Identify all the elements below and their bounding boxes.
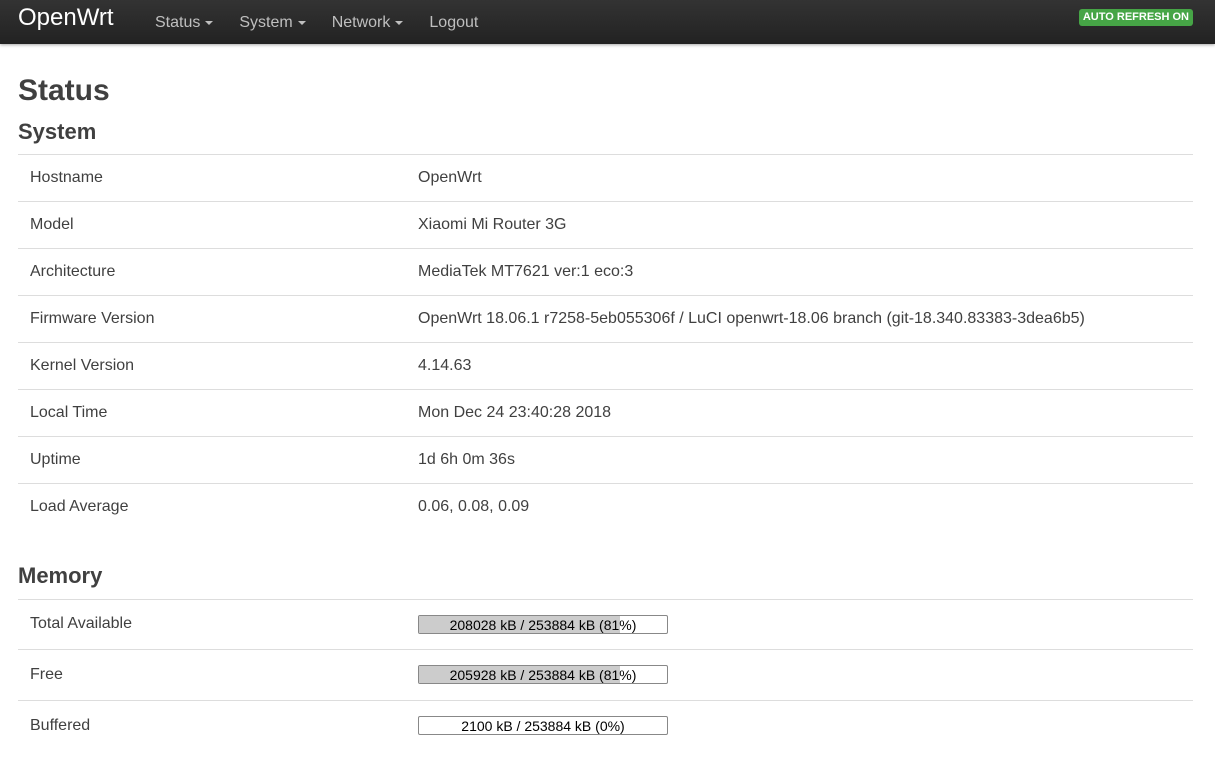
caret-down-icon — [395, 21, 404, 25]
navbar: OpenWrt Status System Network Logout AUT… — [0, 0, 1215, 44]
row-label: Uptime — [18, 436, 418, 484]
row-label: Architecture — [18, 248, 418, 296]
table-row: Buffered 2100 kB / 253884 kB (0%) — [18, 699, 1193, 751]
nav-status-label: Status — [155, 13, 201, 31]
row-value: 1d 6h 0m 36s — [418, 436, 1193, 484]
row-value: OpenWrt 18.06.1 r7258-5eb055306f / LuCI … — [418, 295, 1193, 343]
row-label: Local Time — [18, 389, 418, 437]
nav-logout-label: Logout — [429, 13, 479, 31]
auto-refresh-badge[interactable]: AUTO REFRESH ON — [1078, 9, 1193, 26]
nav-network[interactable]: Network — [332, 0, 404, 44]
caret-down-icon — [297, 21, 306, 25]
table-row: Hostname OpenWrt — [18, 154, 1193, 202]
table-row: Free 205928 kB / 253884 kB (81%) — [18, 649, 1193, 700]
table-row: Local Time Mon Dec 24 23:40:28 2018 — [18, 389, 1193, 437]
table-row: Model Xiaomi Mi Router 3G — [18, 201, 1193, 249]
memory-progress-bar: 2100 kB / 253884 kB (0%) — [418, 716, 668, 735]
page-title: Status — [18, 74, 110, 107]
nav-system-label: System — [239, 13, 293, 31]
row-label: Hostname — [18, 154, 418, 202]
row-value: 0.06, 0.08, 0.09 — [418, 483, 1193, 531]
caret-down-icon — [205, 21, 214, 25]
row-label: Kernel Version — [18, 342, 418, 390]
table-row: Total Available 208028 kB / 253884 kB (8… — [18, 598, 1193, 650]
system-table: Hostname OpenWrt Model Xiaomi Mi Router … — [18, 154, 1193, 531]
table-row: Architecture MediaTek MT7621 ver:1 eco:3 — [18, 248, 1193, 296]
memory-progress-bar: 205928 kB / 253884 kB (81%) — [418, 665, 668, 685]
nav-system[interactable]: System — [239, 0, 306, 44]
table-row: Kernel Version 4.14.63 — [18, 342, 1193, 390]
row-label: Load Average — [18, 483, 418, 531]
memory-table: Total Available 208028 kB / 253884 kB (8… — [18, 598, 1193, 751]
system-heading: System — [18, 119, 97, 144]
nav-network-label: Network — [331, 13, 391, 31]
memory-progress-bar: 208028 kB / 253884 kB (81%) — [418, 614, 668, 634]
row-value: Mon Dec 24 23:40:28 2018 — [418, 389, 1193, 437]
table-row: Uptime 1d 6h 0m 36s — [18, 436, 1193, 484]
main-content: Status System Hostname OpenWrt Model Xia… — [0, 44, 1215, 751]
nav-status[interactable]: Status — [155, 0, 214, 44]
main-nav: Status System Network Logout — [155, 0, 504, 44]
brand-logo[interactable]: OpenWrt — [18, 5, 114, 31]
row-label: Firmware Version — [18, 295, 418, 343]
nav-logout[interactable]: Logout — [429, 0, 478, 44]
row-label: Free — [18, 649, 418, 700]
row-value: 2100 kB / 253884 kB (0%) — [418, 699, 1193, 751]
table-row: Load Average 0.06, 0.08, 0.09 — [18, 483, 1193, 531]
progress-text: 208028 kB / 253884 kB (81%) — [449, 616, 637, 633]
row-label: Model — [18, 201, 418, 249]
table-row: Firmware Version OpenWrt 18.06.1 r7258-5… — [18, 295, 1193, 343]
progress-text: 2100 kB / 253884 kB (0%) — [461, 718, 625, 734]
row-value: Xiaomi Mi Router 3G — [418, 201, 1193, 249]
row-value: 4.14.63 — [418, 342, 1193, 390]
row-label: Buffered — [18, 699, 418, 751]
row-value: MediaTek MT7621 ver:1 eco:3 — [418, 248, 1193, 296]
memory-heading: Memory — [18, 562, 103, 588]
row-value: 205928 kB / 253884 kB (81%) — [418, 649, 1193, 700]
row-value: OpenWrt — [418, 154, 1193, 202]
progress-text: 205928 kB / 253884 kB (81%) — [449, 667, 637, 684]
row-label: Total Available — [18, 598, 418, 650]
row-value: 208028 kB / 253884 kB (81%) — [418, 598, 1193, 650]
